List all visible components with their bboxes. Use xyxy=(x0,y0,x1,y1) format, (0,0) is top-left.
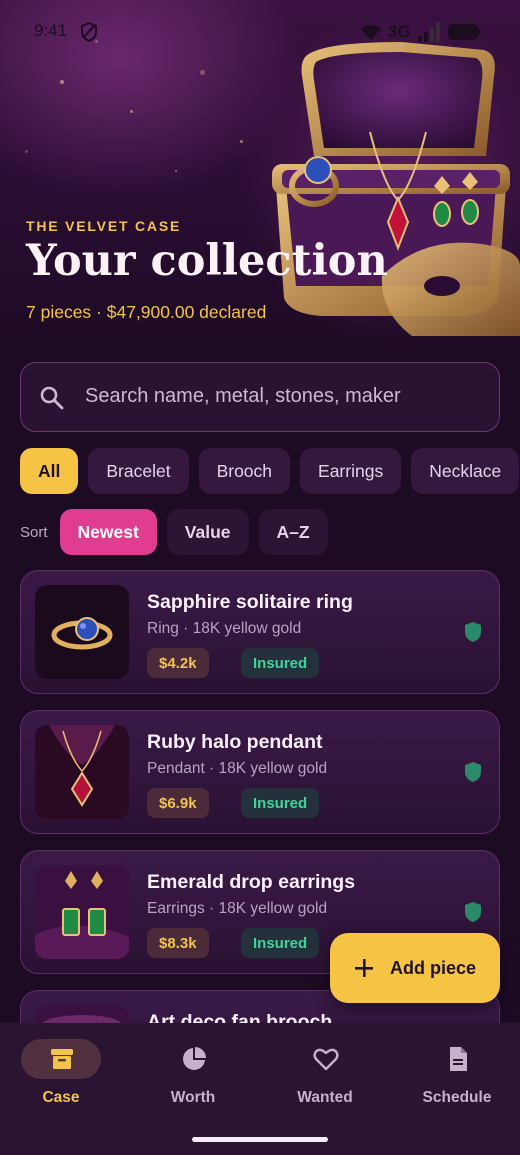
sort-value[interactable]: Value xyxy=(166,509,249,555)
sort-a-z[interactable]: A–Z xyxy=(258,509,328,555)
nav-label-case: Case xyxy=(42,1089,80,1106)
nav-label-schedule: Schedule xyxy=(422,1089,492,1106)
nav-item-schedule[interactable]: Schedule xyxy=(396,1037,520,1117)
insured-badge: Insured xyxy=(241,788,320,818)
item-name: Ruby halo pendant xyxy=(147,731,323,753)
add-piece-label: Add piece xyxy=(390,957,477,978)
network-label: 3G xyxy=(388,22,411,41)
home-indicator xyxy=(192,1137,328,1142)
archive-box-icon xyxy=(51,1049,73,1069)
search-input[interactable] xyxy=(85,363,485,430)
filter-chip-necklace[interactable]: Necklace xyxy=(411,448,520,494)
item-thumbnail xyxy=(35,585,129,679)
value-badge: $8.3k xyxy=(147,928,209,958)
heart-icon xyxy=(313,1048,339,1071)
app-screen: 9:41 3G THE VELVET CASE Your collection … xyxy=(0,0,520,1155)
status-indicators: 3G xyxy=(360,20,481,44)
nav-label-worth: Worth xyxy=(170,1089,216,1106)
category-filter-row: All Bracelet Brooch Earrings Necklace xyxy=(20,448,520,494)
list-item[interactable]: Sapphire solitaire ring Ring · 18K yello… xyxy=(20,570,500,694)
shield-icon xyxy=(465,762,481,782)
battery-icon xyxy=(447,24,481,40)
insured-badge: Insured xyxy=(241,648,320,678)
document-icon xyxy=(450,1047,467,1071)
value-badge: $4.2k xyxy=(147,648,209,678)
nav-item-wanted[interactable]: Wanted xyxy=(264,1037,394,1117)
search-bar[interactable] xyxy=(20,362,500,432)
signal-icon xyxy=(417,22,440,42)
bottom-navigation: Case Worth Wanted Schedule xyxy=(0,1023,520,1155)
shield-status-icon xyxy=(81,22,97,42)
item-thumbnail xyxy=(35,865,129,959)
item-meta: Earrings · 18K yellow gold xyxy=(147,900,328,917)
sort-row: Sort Newest Value A–Z xyxy=(20,509,328,555)
filter-chip-all[interactable]: All xyxy=(20,448,79,494)
shield-icon xyxy=(465,622,481,642)
nav-label-wanted: Wanted xyxy=(297,1089,353,1106)
pie-chart-icon xyxy=(183,1047,206,1070)
list-item[interactable]: Ruby halo pendant Pendant · 18K yellow g… xyxy=(20,710,500,834)
filter-chip-earrings[interactable]: Earrings xyxy=(300,448,402,494)
item-meta: Pendant · 18K yellow gold xyxy=(147,760,328,777)
search-icon xyxy=(40,386,64,410)
hero-eyebrow: THE VELVET CASE xyxy=(26,218,182,234)
nav-item-worth[interactable]: Worth xyxy=(132,1037,262,1117)
value-badge: $6.9k xyxy=(147,788,209,818)
item-meta: Ring · 18K yellow gold xyxy=(147,620,302,637)
item-thumbnail xyxy=(35,725,129,819)
collection-summary: 7 pieces · $47,900.00 declared xyxy=(26,302,267,322)
item-name: Emerald drop earrings xyxy=(147,871,356,893)
insured-badge: Insured xyxy=(241,928,320,958)
page-title: Your collection xyxy=(26,236,388,286)
status-time: 9:41 xyxy=(34,21,68,40)
filter-chip-brooch[interactable]: Brooch xyxy=(198,448,291,494)
item-name: Sapphire solitaire ring xyxy=(147,591,353,613)
jewelry-box-illustration xyxy=(272,42,520,336)
status-bar: 9:41 3G xyxy=(0,0,520,62)
nav-item-case[interactable]: Case xyxy=(0,1037,130,1117)
plus-icon xyxy=(355,959,373,977)
wifi-icon xyxy=(361,25,381,40)
shield-icon xyxy=(465,902,481,922)
sort-newest[interactable]: Newest xyxy=(59,509,157,555)
filter-chip-bracelet[interactable]: Bracelet xyxy=(88,448,189,494)
sort-label: Sort xyxy=(20,523,48,541)
add-piece-button[interactable]: Add piece xyxy=(330,933,500,1003)
